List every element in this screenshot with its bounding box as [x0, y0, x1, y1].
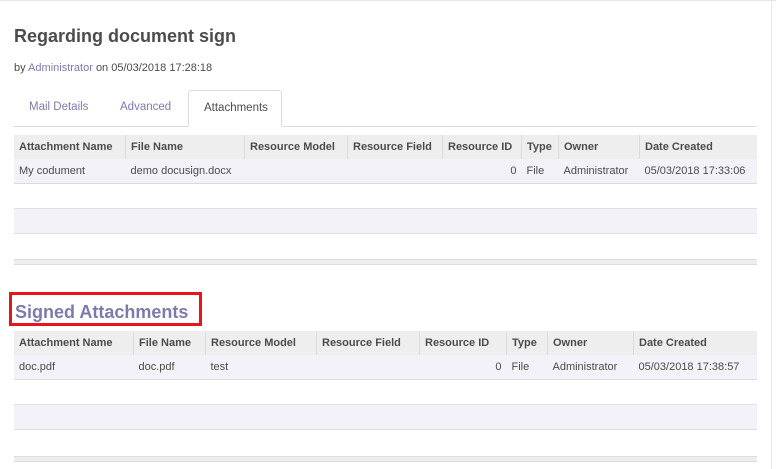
tab-attachments[interactable]: Attachments [188, 90, 282, 127]
signed-attachments-table: Attachment Name File Name Resource Model… [14, 331, 757, 454]
attachments-table: Attachment Name File Name Resource Model… [14, 135, 757, 258]
column-header-type[interactable]: Type [506, 331, 548, 355]
cell-resource-field [347, 159, 443, 184]
cell-date-created: 05/03/2018 17:38:57 [633, 355, 757, 380]
column-header-resource-field[interactable]: Resource Field [316, 331, 420, 355]
column-header-resource-id[interactable]: Resource ID [442, 135, 522, 159]
right-scroll-edge [771, 0, 772, 469]
cell-owner: Administrator [558, 159, 640, 184]
table-row[interactable]: doc.pdf doc.pdf test 0 File Administrato… [14, 355, 757, 380]
cell-date-created: 05/03/2018 17:33:06 [639, 159, 757, 184]
cell-resource-id: 0 [419, 355, 507, 380]
empty-row [14, 234, 757, 259]
top-border [0, 0, 776, 1]
column-header-date-created[interactable]: Date Created [633, 331, 757, 355]
cell-attachment-name: doc.pdf [14, 355, 134, 380]
cell-resource-model: test [205, 355, 317, 380]
column-header-resource-id[interactable]: Resource ID [419, 331, 507, 355]
cell-file-name: doc.pdf [133, 355, 206, 380]
cell-attachment-name: My codument [14, 159, 126, 184]
signed-attachments-table-footer [14, 456, 757, 462]
author-link[interactable]: Administrator [28, 62, 93, 74]
cell-file-name: demo docusign.docx [125, 159, 245, 184]
cell-resource-model [244, 159, 348, 184]
page-title: Regarding document sign [14, 26, 237, 46]
column-header-resource-model[interactable]: Resource Model [244, 135, 348, 159]
column-header-date-created[interactable]: Date Created [639, 135, 757, 159]
column-header-file-name[interactable]: File Name [125, 135, 245, 159]
cell-type: File [506, 355, 548, 380]
empty-row [14, 404, 757, 430]
empty-row [14, 184, 757, 209]
column-header-owner[interactable]: Owner [547, 331, 634, 355]
signed-attachments-title: Signed Attachments [15, 302, 189, 322]
column-header-file-name[interactable]: File Name [133, 331, 206, 355]
tab-advanced[interactable]: Advanced [105, 90, 186, 125]
cell-resource-id: 0 [442, 159, 522, 184]
column-header-attachment-name[interactable]: Attachment Name [14, 135, 126, 159]
cell-owner: Administrator [547, 355, 634, 380]
empty-row [14, 430, 757, 455]
cell-resource-field [316, 355, 420, 380]
empty-row [14, 208, 757, 234]
by-prefix: by [14, 62, 26, 74]
column-header-attachment-name[interactable]: Attachment Name [14, 331, 134, 355]
author-line: by Administrator on 05/03/2018 17:28:18 [14, 62, 212, 74]
empty-row [14, 380, 757, 405]
table-header-row: Attachment Name File Name Resource Model… [14, 135, 757, 159]
cell-type: File [521, 159, 559, 184]
created-date: on 05/03/2018 17:28:18 [95, 62, 213, 74]
column-header-resource-model[interactable]: Resource Model [205, 331, 317, 355]
table-row[interactable]: My codument demo docusign.docx 0 File Ad… [14, 159, 757, 184]
column-header-type[interactable]: Type [521, 135, 559, 159]
tab-bar: Mail Details Advanced Attachments [14, 90, 757, 127]
tab-mail-details[interactable]: Mail Details [14, 90, 103, 125]
table-header-row: Attachment Name File Name Resource Model… [14, 331, 757, 355]
attachments-table-footer [14, 259, 757, 265]
column-header-resource-field[interactable]: Resource Field [347, 135, 443, 159]
column-header-owner[interactable]: Owner [558, 135, 640, 159]
